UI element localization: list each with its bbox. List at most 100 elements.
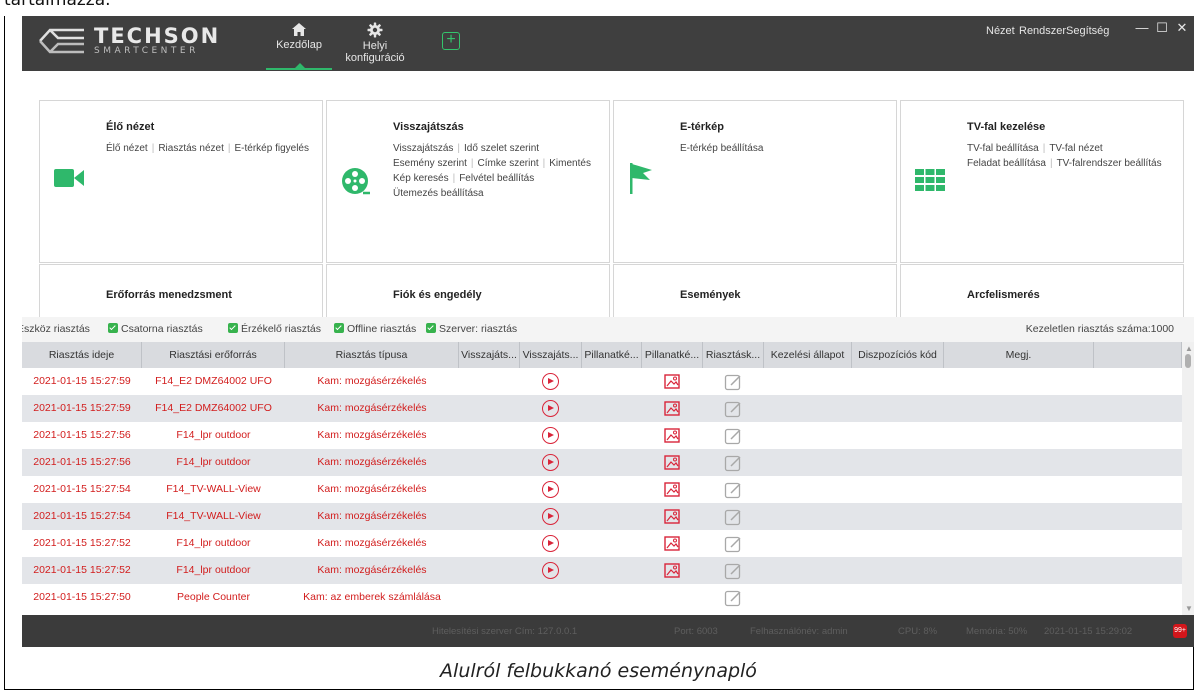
cell-alarm-type: Kam: mozgásérzékelés: [317, 375, 427, 387]
page-caption-top: tartalmazza.: [0, 0, 1197, 16]
alarm-notification-badge[interactable]: 99+: [1173, 624, 1187, 638]
cell-alarm-type: Kam: mozgásérzékelés: [317, 537, 427, 549]
snapshot-image-icon[interactable]: [664, 563, 680, 578]
scroll-thumb[interactable]: [1185, 354, 1191, 368]
play-icon[interactable]: [542, 373, 559, 390]
maximize-button[interactable]: ☐: [1155, 21, 1169, 35]
snapshot-image-icon[interactable]: [664, 401, 680, 416]
table-row[interactable]: 2021-01-15 15:27:56 F14_lpr outdoor Kam: m…: [22, 422, 1182, 449]
card-title[interactable]: E-térkép: [680, 121, 724, 133]
card-title[interactable]: Események: [680, 289, 741, 301]
filter-offline-alarm[interactable]: Offline riasztás: [334, 323, 416, 335]
edit-icon[interactable]: [724, 454, 742, 472]
snapshot-image-icon[interactable]: [664, 536, 680, 551]
menu-help[interactable]: Segítség: [1066, 25, 1109, 37]
card-title[interactable]: TV-fal kezelése: [967, 121, 1045, 133]
table-row[interactable]: 2021-01-15 15:27:50 People Counter Kam: az…: [22, 584, 1182, 611]
link-record-settings[interactable]: Felvétel beállítás: [459, 173, 534, 184]
link-live-view[interactable]: Élő nézet: [106, 143, 148, 154]
link-export[interactable]: Kimentés: [549, 158, 591, 169]
snapshot-image-icon[interactable]: [664, 455, 680, 470]
card-title[interactable]: Arcfelismerés: [967, 289, 1040, 301]
edit-icon[interactable]: [724, 535, 742, 553]
link-by-time-slice[interactable]: Idő szelet szerint: [464, 143, 539, 154]
snapshot-image-icon[interactable]: [664, 482, 680, 497]
table-row[interactable]: 2021-01-15 15:27:56 F14_lpr outdoor Kam: m…: [22, 449, 1182, 476]
link-schedule-settings[interactable]: Ütemezés beállítása: [393, 188, 484, 199]
play-icon[interactable]: [542, 427, 559, 444]
col-snapshot-2[interactable]: Pillanatké...: [642, 342, 703, 368]
status-memory: Memória: 50%: [966, 626, 1028, 637]
edit-icon[interactable]: [724, 508, 742, 526]
play-icon[interactable]: [542, 400, 559, 417]
play-icon[interactable]: [542, 481, 559, 498]
link-emap-settings[interactable]: E-térkép beállítása: [680, 143, 763, 154]
link-task-settings[interactable]: Feladat beállítása: [967, 158, 1046, 169]
link-playback[interactable]: Visszajátszás: [393, 143, 453, 154]
logo: TECHSON SMARTCENTER: [36, 24, 246, 60]
play-icon[interactable]: [542, 454, 559, 471]
nav-local-config[interactable]: Helyi konfiguráció: [335, 20, 415, 70]
nav-home[interactable]: Kezdőlap: [266, 20, 332, 70]
play-icon[interactable]: [542, 535, 559, 552]
link-tv-wall-view[interactable]: TV-fal nézet: [1049, 143, 1102, 154]
table-row[interactable]: 2021-01-15 15:27:52 F14_lpr outdoor Kam: m…: [22, 530, 1182, 557]
snapshot-image-icon[interactable]: [664, 374, 680, 389]
col-alarm-source[interactable]: Riasztási erőforrás: [142, 342, 285, 368]
table-row[interactable]: 2021-01-15 15:27:54 F14_TV-WALL-View Kam: …: [22, 476, 1182, 503]
edit-icon[interactable]: [724, 427, 742, 445]
close-button[interactable]: ✕: [1175, 21, 1189, 35]
table-row[interactable]: 2021-01-15 15:27:59 F14_E2 DMZ64002 UFO Ka…: [22, 368, 1182, 395]
col-note[interactable]: Megj.: [944, 342, 1094, 368]
filter-sensor-alarm[interactable]: Érzékelő riasztás: [228, 323, 321, 335]
filter-channel-alarm[interactable]: Csatorna riasztás: [108, 323, 203, 335]
menu-view[interactable]: Nézet: [986, 25, 1015, 37]
table-scrollbar[interactable]: ▲ ▼: [1182, 342, 1194, 615]
status-user: Felhasználónév: admin: [750, 626, 848, 637]
link-by-tag[interactable]: Címke szerint: [478, 158, 539, 169]
col-alarm-time[interactable]: Riasztás ideje: [22, 342, 142, 368]
col-snapshot-1[interactable]: Pillanatké...: [582, 342, 642, 368]
menu-system[interactable]: Rendszer: [1019, 25, 1066, 37]
filter-label: Eszköz riasztás: [22, 323, 90, 335]
snapshot-image-icon[interactable]: [664, 509, 680, 524]
table-row[interactable]: 2021-01-15 15:27:54 F14_TV-WALL-View Kam: …: [22, 503, 1182, 530]
link-by-event[interactable]: Esemény szerint: [393, 158, 467, 169]
play-icon[interactable]: [542, 562, 559, 579]
card-title[interactable]: Erőforrás menedzsment: [106, 289, 232, 301]
col-extra[interactable]: [1094, 342, 1182, 368]
table-row[interactable]: 2021-01-15 15:27:52 F14_lpr outdoor Kam: m…: [22, 557, 1182, 584]
col-playback-1[interactable]: Visszajáts...: [459, 342, 520, 368]
card-title[interactable]: Visszajátszás: [393, 121, 464, 133]
link-tv-wall-settings[interactable]: TV-fal beállítása: [967, 143, 1039, 154]
add-tab-button[interactable]: +: [442, 32, 460, 50]
col-disposition-code[interactable]: Diszpozíciós kód: [852, 342, 944, 368]
link-tv-wall-system-settings[interactable]: TV-falrendszer beállítás: [1057, 158, 1162, 169]
edit-icon[interactable]: [724, 589, 742, 607]
link-image-search[interactable]: Kép keresés: [393, 173, 449, 184]
scroll-down-icon[interactable]: ▼: [1185, 604, 1193, 613]
edit-icon[interactable]: [724, 562, 742, 580]
link-emap-monitor[interactable]: E-térkép figyelés: [235, 143, 309, 154]
home-icon: [292, 23, 306, 36]
col-alarm-type[interactable]: Riasztás típusa: [285, 342, 459, 368]
edit-icon[interactable]: [724, 373, 742, 391]
edit-icon[interactable]: [724, 481, 742, 499]
filter-server-alarm[interactable]: Szerver: riasztás: [426, 323, 517, 335]
scroll-up-icon[interactable]: ▲: [1185, 344, 1193, 353]
card-title[interactable]: Fiók és engedély: [393, 289, 482, 301]
filter-device-alarm[interactable]: Eszköz riasztás: [22, 323, 90, 335]
edit-icon[interactable]: [724, 400, 742, 418]
cell-alarm-source: F14_lpr outdoor: [176, 429, 251, 441]
col-handling-status[interactable]: Kezelési állapot: [764, 342, 852, 368]
col-playback-2[interactable]: Visszajáts...: [520, 342, 582, 368]
cell-alarm-time: 2021-01-15 15:27:56: [33, 456, 131, 468]
minimize-button[interactable]: —: [1135, 21, 1149, 35]
col-alarm-handle[interactable]: Riasztásk...: [703, 342, 764, 368]
snapshot-image-icon[interactable]: [664, 428, 680, 443]
table-row[interactable]: 2021-01-15 15:27:59 F14_E2 DMZ64002 UFO Ka…: [22, 395, 1182, 422]
alarm-filter-bar: Eszköz riasztás Csatorna riasztás Érzéke…: [22, 317, 1194, 342]
link-alarm-view[interactable]: Riasztás nézet: [158, 143, 224, 154]
play-icon[interactable]: [542, 508, 559, 525]
card-title[interactable]: Élő nézet: [106, 121, 154, 133]
